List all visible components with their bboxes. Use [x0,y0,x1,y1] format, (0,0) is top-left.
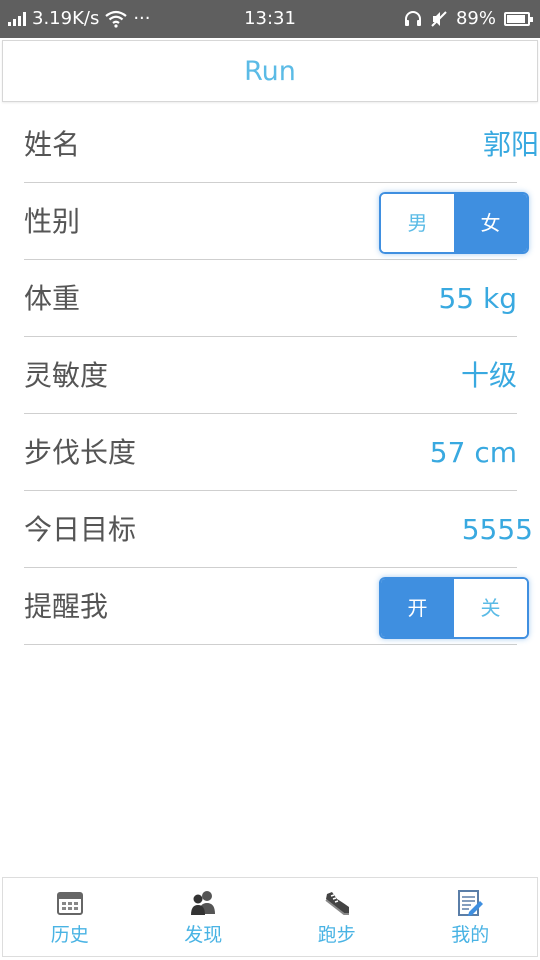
weight-label: 体重 [24,282,81,315]
status-left: 3.19K/s ··· [8,0,151,38]
reminder-label: 提醒我 [24,590,109,623]
calendar-icon [56,892,83,915]
status-bar: 3.19K/s ··· 13:31 89% [0,0,540,38]
stride-row[interactable]: 步伐长度 57 cm [24,414,517,491]
gender-label: 性别 [24,205,81,238]
nav-discover[interactable]: 发现 [137,878,271,956]
gender-option-male[interactable]: 男 [381,194,454,252]
reminder-option-on[interactable]: 开 [381,579,454,637]
gender-option-female[interactable]: 女 [454,194,527,252]
bottom-nav: 历史 发现 跑步 我的 [2,877,538,957]
goal-row[interactable]: 今日目标 5555 [24,491,533,568]
name-value[interactable]: 郭阳 [483,106,539,183]
reminder-row: 提醒我 开 关 [24,568,529,645]
gender-toggle[interactable]: 男 女 [379,192,529,254]
nav-mine[interactable]: 我的 [404,878,538,956]
name-row[interactable]: 姓名 郭阳 [24,106,539,183]
network-speed: 3.19K/s [32,8,100,29]
mute-icon [431,11,447,27]
name-label: 姓名 [24,128,81,161]
page-title: Run [2,40,538,102]
signal-icon [8,12,26,26]
battery-level [507,15,525,23]
goal-value[interactable]: 5555 [462,491,533,568]
settings-list: 姓名 郭阳 性别 男 女 体重 55 kg 灵敏度 十级 步伐长度 57 cm … [24,106,540,645]
stride-label: 步伐长度 [24,436,137,469]
nav-run[interactable]: 跑步 [270,878,404,956]
stride-value[interactable]: 57 cm [430,414,517,491]
status-right: 89% [404,0,533,38]
gender-row: 性别 男 女 [24,183,529,260]
nav-mine-label: 我的 [451,924,490,946]
sensitivity-value[interactable]: 十级 [461,337,517,414]
nav-run-label: 跑步 [317,924,356,946]
sensitivity-label: 灵敏度 [24,359,109,392]
battery-percent: 89% [455,8,496,29]
nav-history-label: 历史 [50,924,89,946]
weight-row[interactable]: 体重 55 kg [24,260,517,337]
headset-icon [404,11,421,26]
goal-label: 今日目标 [24,513,137,546]
people-icon [191,891,216,915]
nav-history[interactable]: 历史 [3,878,137,956]
reminder-option-off[interactable]: 关 [454,579,527,637]
more-indicator: ··· [133,8,151,29]
notepad-edit-icon [458,890,484,916]
sensitivity-row[interactable]: 灵敏度 十级 [24,337,517,414]
battery-icon [504,12,533,26]
shoe-icon [325,892,349,915]
wifi-icon [105,10,128,28]
weight-value[interactable]: 55 kg [438,260,517,337]
reminder-toggle[interactable]: 开 关 [379,577,529,639]
nav-discover-label: 发现 [184,924,223,946]
